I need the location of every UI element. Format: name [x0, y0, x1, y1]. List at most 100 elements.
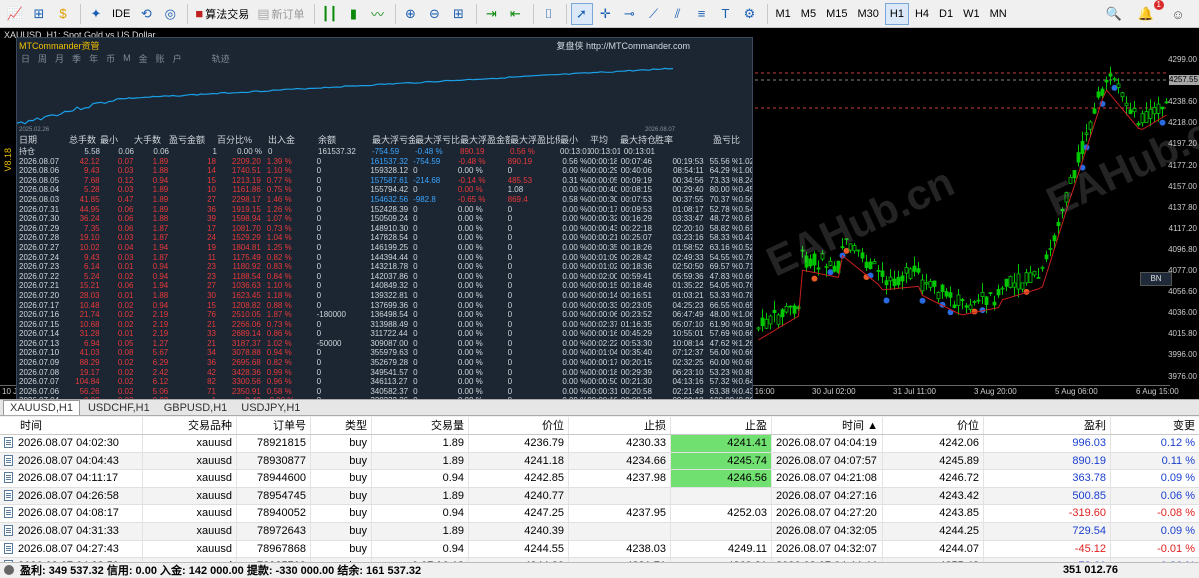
auto-scroll-icon[interactable]: ⇥ — [481, 3, 503, 25]
mtc-table-row[interactable]: 2026.07.06 56.26 0.02 5.06 71 2350.91 0.58 % 0 3… — [17, 387, 752, 397]
tile-windows-icon[interactable]: ⊞ — [448, 3, 470, 25]
screenshot-icon[interactable]: ⌷ — [538, 3, 560, 25]
history-icon[interactable]: ⟲ — [135, 3, 157, 25]
trade-column-header[interactable]: 价位 — [883, 417, 984, 434]
mtc-table-row[interactable]: 2026.07.22 5.24 0.02 0.94 23 1188.54 0.84 % 0 14… — [17, 272, 752, 282]
mtc-table-row[interactable]: 2026.08.07 42.12 0.07 1.89 18 2209.20 1.39 % 0 1… — [17, 157, 752, 167]
symbol-tab[interactable]: XAUUSD,H1 — [3, 400, 80, 415]
mtc-tab[interactable]: M — [123, 53, 131, 63]
trade-column-header[interactable]: 时间 ▲ — [772, 417, 883, 434]
mtc-table-row[interactable]: 2026.08.05 7.68 0.12 0.94 15 1213.19 0.77 % 0 15… — [17, 176, 752, 186]
signals-icon[interactable]: ◎ — [159, 3, 181, 25]
mtc-table-row[interactable]: 2026.07.27 10.02 0.04 1.94 19 1804.81 1.25 % 0 1… — [17, 243, 752, 253]
mtc-tab[interactable]: 金 — [139, 52, 148, 65]
mtc-table-row[interactable]: 2026.07.20 28.03 0.01 1.88 30 1623.45 1.18 % 0 1… — [17, 291, 752, 301]
trade-row[interactable]: 2026.08.07 04:31:33 xauusd 78972643 buy 1.89… — [0, 522, 1199, 541]
bar-chart-icon[interactable]: ┃┃ — [319, 3, 341, 25]
trade-row[interactable]: 2026.08.07 04:26:58 xauusd 78954745 buy 1.89… — [0, 487, 1199, 506]
channel-icon[interactable]: ⫽ — [667, 3, 689, 25]
mtc-table-row[interactable]: 2026.07.29 7.35 0.06 1.87 17 1081.70 0.73 % 0 14… — [17, 224, 752, 234]
price-scale[interactable]: 4299.00 4238.60 4218.00 4197.20 4177.20 4157.… — [1168, 28, 1199, 383]
trade-row[interactable]: 2026.08.07 04:11:17 xauusd 78944600 buy 0.94… — [0, 470, 1199, 488]
candle-chart-icon[interactable]: ▮ — [343, 3, 365, 25]
price-chart[interactable]: XAUUSD, H1: Spot Gold vs US Dollar EAHub… — [0, 28, 1199, 399]
trade-row[interactable]: 2026.08.07 04:08:17 xauusd 78940052 buy 0.94… — [0, 505, 1199, 523]
ide-button[interactable]: IDE — [109, 3, 133, 25]
timeframe-m1[interactable]: M1 — [772, 3, 795, 25]
mtc-table-row[interactable]: 2026.07.21 15.21 0.06 1.94 27 1036.63 1.10 % 0 1… — [17, 281, 752, 291]
trade-column-header[interactable]: 止盈 — [671, 417, 772, 434]
mtc-table-row[interactable]: 2026.07.31 44.95 0.06 1.89 36 1919.15 1.26 % 0 1… — [17, 205, 752, 215]
timeframe-m5[interactable]: M5 — [797, 3, 820, 25]
mtc-table-row[interactable]: 2026.07.23 6.14 0.01 0.94 23 1180.92 0.83 % 0 14… — [17, 262, 752, 272]
timeframe-h4[interactable]: H4 — [911, 3, 933, 25]
mtc-table-row[interactable]: 2026.08.06 9.43 0.03 1.88 14 1740.51 1.10 % 0 15… — [17, 166, 752, 176]
mtc-table-row[interactable]: 2026.07.08 19.17 0.02 2.42 42 3428.36 0.99 % 0 3… — [17, 368, 752, 378]
mtc-table-row[interactable]: 2026.07.09 88.29 0.02 6.29 36 2695.68 0.82 % 0 3… — [17, 358, 752, 368]
timeframe-d1[interactable]: D1 — [935, 3, 957, 25]
mtc-table-row[interactable]: 2026.07.30 36.24 0.06 1.88 39 1598.94 1.07 % 0 1… — [17, 214, 752, 224]
timeframe-h1[interactable]: H1 — [884, 2, 909, 25]
chart-shift-icon[interactable]: ⇤ — [505, 3, 527, 25]
mtc-tab[interactable]: 账 — [156, 52, 165, 65]
horizontal-line-icon[interactable]: ⊸ — [619, 3, 641, 25]
symbol-tab[interactable]: USDJPY,H1 — [235, 401, 306, 415]
trade-column-header[interactable]: 类型 — [311, 417, 372, 434]
mtc-tab[interactable]: 币 — [106, 52, 115, 65]
trade-column-header[interactable]: 交易量 — [372, 417, 469, 434]
trade-column-header[interactable]: 订单号 — [237, 417, 311, 434]
mtc-table-row[interactable]: 2026.07.15 10.68 0.02 2.19 21 2266.06 0.73 % 0 3… — [17, 320, 752, 330]
mtc-tab[interactable]: 日 — [21, 52, 30, 65]
cursor-icon[interactable]: ➚ — [570, 2, 593, 25]
market-icon[interactable]: $ — [52, 3, 74, 25]
zoom-out-icon[interactable]: ⊖ — [424, 3, 446, 25]
search-icon[interactable]: 🔍 — [1099, 3, 1129, 25]
mtc-tab[interactable]: 月 — [55, 52, 64, 65]
trade-column-header[interactable]: 交易品种 — [143, 417, 237, 434]
mtc-tab[interactable]: 周 — [38, 52, 47, 65]
mtc-table-row[interactable]: 2026.07.16 21.74 0.02 2.19 76 2510.05 1.87 % -1… — [17, 310, 752, 320]
trendline-icon[interactable]: ⟋ — [643, 3, 665, 25]
mtc-table-row[interactable]: 2026.07.24 9.43 0.03 1.87 11 1175.49 0.82 % 0 14… — [17, 253, 752, 263]
timeframe-m30[interactable]: M30 — [853, 3, 882, 25]
trade-column-header[interactable]: 变更 — [1111, 417, 1199, 434]
trade-column-header[interactable]: 盈利 — [984, 417, 1111, 434]
mtc-tab[interactable]: 季 — [72, 52, 81, 65]
zoom-in-icon[interactable]: ⊕ — [400, 3, 422, 25]
account-icon[interactable]: ☺ — [1163, 3, 1193, 25]
mtc-table-row[interactable]: 持仓 5.58 0.06 0.06 1 0.00 % 0 161537.32 -754.59 -0… — [17, 147, 752, 157]
line-chart-icon[interactable]: 〰 — [367, 3, 389, 25]
new-order-button[interactable]: ▤ 新订单 — [254, 3, 307, 25]
mtc-table-row[interactable]: 2026.07.10 41.03 0.08 5.67 34 3078.88 0.94 % 0 3… — [17, 348, 752, 358]
mtc-table-row[interactable]: 2026.07.07 104.84 0.02 6.12 82 3300.56 0.96 % 0… — [17, 377, 752, 387]
fibo-icon[interactable]: ≡ — [691, 3, 713, 25]
trade-column-header[interactable]: 时间 — [0, 417, 143, 434]
mtc-tab[interactable]: 户 — [173, 52, 182, 65]
trade-column-header[interactable]: 价位 — [469, 417, 569, 434]
mtc-link[interactable]: 复盘侠 http://MTCommander.com — [556, 39, 690, 52]
algo-trading-button[interactable]: ■ 算法交易 — [192, 3, 252, 25]
trade-column-header[interactable]: 止损 — [569, 417, 671, 434]
bn-tag[interactable]: BN — [1140, 272, 1172, 286]
crosshair-icon[interactable]: ✛ — [595, 3, 617, 25]
timeframe-m15[interactable]: M15 — [822, 3, 851, 25]
symbol-tab[interactable]: GBPUSD,H1 — [158, 401, 234, 415]
mtc-tab[interactable]: 轨迹 — [212, 52, 230, 65]
mtc-tab[interactable]: 年 — [89, 52, 98, 65]
mtcommander-panel[interactable]: MTCommander资管 复盘侠 http://MTCommander.com… — [16, 37, 753, 399]
mtc-table-row[interactable]: 2026.08.03 41.85 0.47 1.89 27 2298.17 1.46 % 0 1… — [17, 195, 752, 205]
trade-row[interactable]: 2026.08.07 04:27:43 xauusd 78967868 buy 0.94… — [0, 540, 1199, 559]
mtc-table-row[interactable]: 2026.07.17 10.48 0.02 0.94 15 1208.82 0.88 % 0 1… — [17, 301, 752, 311]
trade-row[interactable]: 2026.08.07 04:04:43 xauusd 78930877 buy 1.89… — [0, 452, 1199, 471]
notification-bell-icon[interactable]: 🔔 1 — [1131, 0, 1164, 25]
mtc-table-row[interactable]: 2026.08.04 5.28 0.03 1.89 10 1161.86 0.75 % 0 15… — [17, 185, 752, 195]
text-tool-icon[interactable]: T — [715, 3, 737, 25]
symbol-tab[interactable]: USDCHF,H1 — [82, 401, 156, 415]
timeframe-w1[interactable]: W1 — [959, 3, 984, 25]
experts-icon[interactable]: ✦ — [85, 3, 107, 25]
chart-type-icon[interactable]: 📈 — [4, 3, 26, 25]
timeframe-mn[interactable]: MN — [986, 3, 1011, 25]
shapes-icon[interactable]: ⚙ — [739, 3, 761, 25]
trade-row[interactable]: 2026.08.07 04:02:30 xauusd 78921815 buy 1.89… — [0, 435, 1199, 453]
chart-zoom-icon[interactable]: ⊞ — [28, 3, 50, 25]
